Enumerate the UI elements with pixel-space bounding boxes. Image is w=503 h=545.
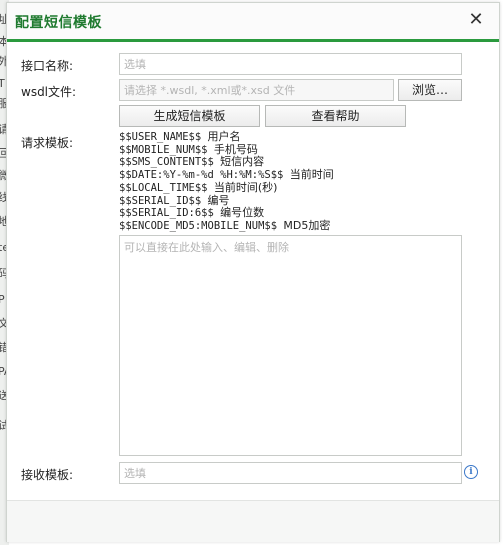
close-button[interactable]: ✕ <box>465 9 487 31</box>
close-icon: ✕ <box>468 9 484 30</box>
request-template-textarea[interactable] <box>119 235 462 456</box>
interface-name-label: 接口名称: <box>21 59 74 73</box>
template-variable: $$SERIAL_ID$$ 编号 <box>119 193 230 207</box>
wsdl-file-input[interactable] <box>119 79 394 101</box>
receive-template-input[interactable] <box>119 462 462 484</box>
dialog-titlebar: 配置短信模板 ✕ <box>7 3 499 42</box>
template-variable: $$SMS_CONTENT$$ 短信内容 <box>119 155 265 169</box>
template-variable: $$ENCODE_MD5:MOBILE_NUM$$ MD5加密 <box>119 218 331 232</box>
dialog-footer <box>7 500 499 542</box>
view-help-button[interactable]: 查看帮助 <box>265 105 406 127</box>
template-variable: $$LOCAL_TIME$$ 当前时间(秒) <box>119 180 278 194</box>
generate-template-button[interactable]: 生成短信模板 <box>119 105 260 127</box>
sms-template-dialog: 配置短信模板 ✕ 接口名称: wsdl文件: 浏览… 生成短信模板 查看帮助 请… <box>6 2 500 542</box>
dialog-title: 配置短信模板 <box>15 15 102 31</box>
template-variable: $$SERIAL_ID:6$$ 编号位数 <box>119 206 265 220</box>
interface-name-input[interactable] <box>119 53 462 75</box>
receive-template-label: 接收模板: <box>21 468 74 482</box>
request-template-label: 请求模板: <box>21 136 74 150</box>
info-icon[interactable]: i <box>464 465 478 479</box>
template-variable: $$MOBILE_NUM$$ 手机号码 <box>119 142 258 156</box>
browse-button[interactable]: 浏览… <box>398 79 462 101</box>
template-variable-list: $$USER_NAME$$ 用户名 $$MOBILE_NUM$$ 手机号码 $$… <box>119 130 419 233</box>
template-variable: $$USER_NAME$$ 用户名 <box>119 130 241 143</box>
wsdl-file-label: wsdl文件: <box>21 85 77 99</box>
